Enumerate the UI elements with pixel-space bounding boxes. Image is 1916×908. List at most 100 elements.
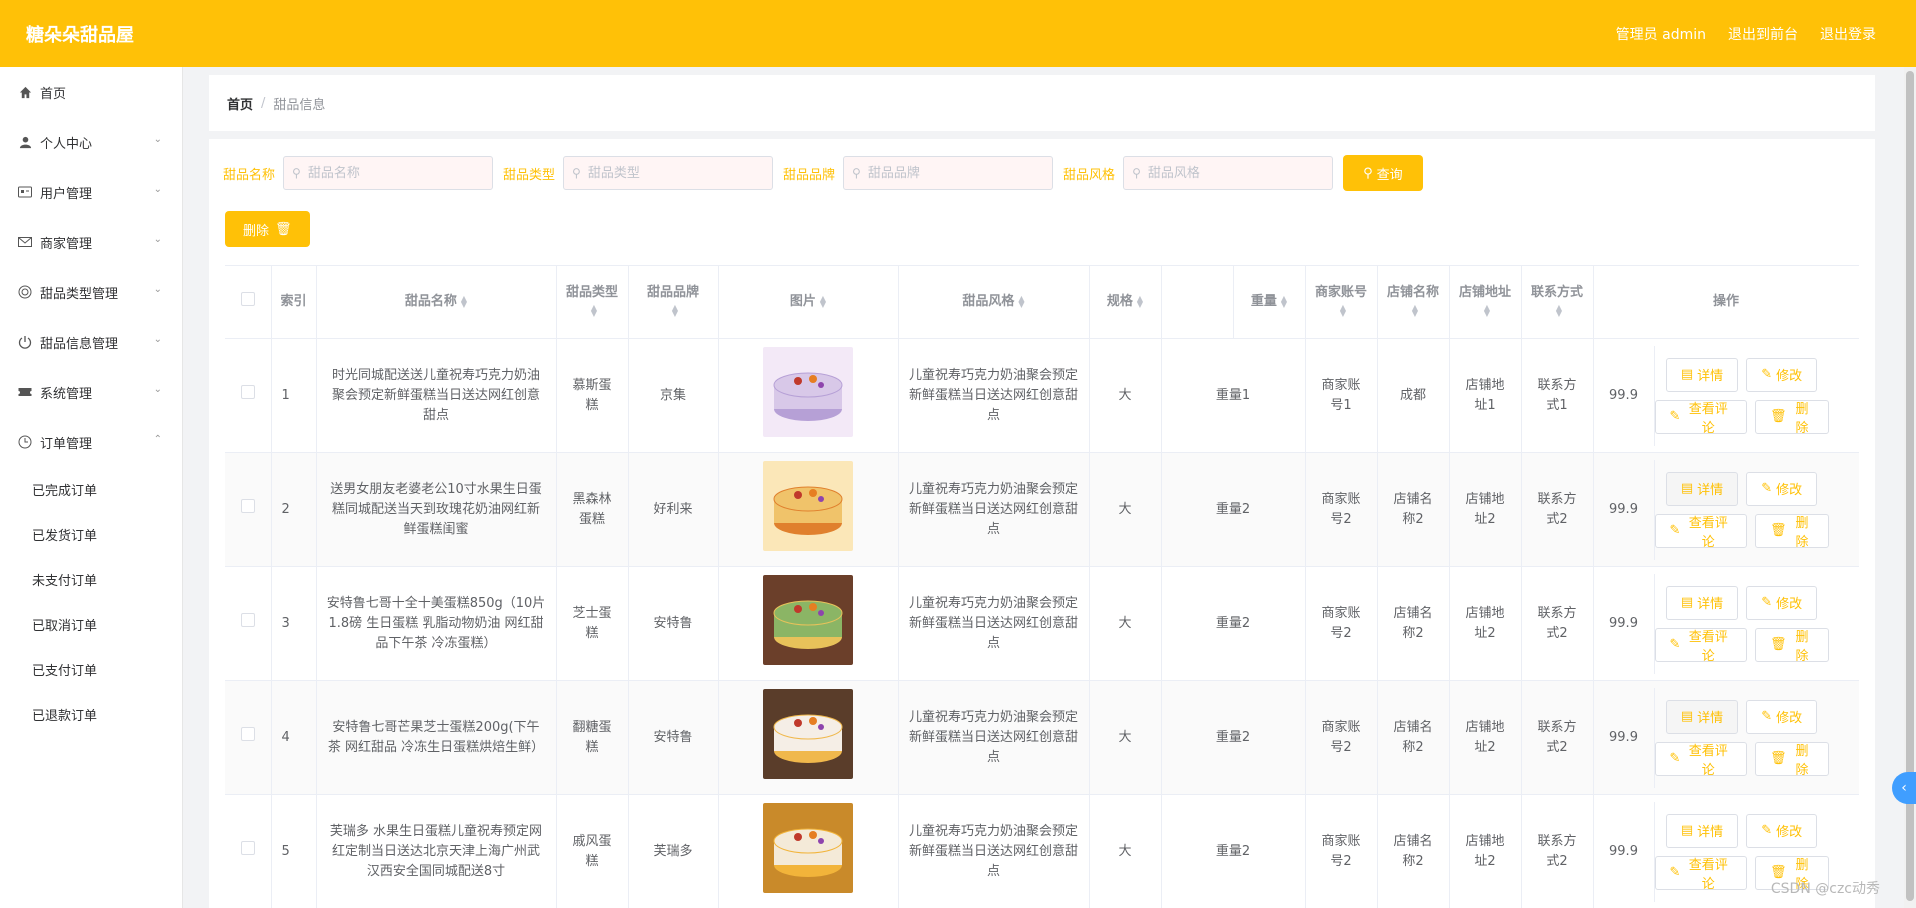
header-name[interactable]: 甜品名称 ▲ ▼ xyxy=(316,265,557,339)
detail-button[interactable]: ▤ 详情 xyxy=(1665,813,1739,848)
search-button[interactable]: ⚲ 查询 xyxy=(1343,155,1423,191)
sort-icon[interactable]: ▲ ▼ xyxy=(1484,303,1490,317)
delete-button[interactable]: 🗑 删除 xyxy=(1755,741,1829,778)
delete-button[interactable]: 🗑 删除 xyxy=(1755,399,1829,436)
header-address[interactable]: 店铺地址 ▲ ▼ xyxy=(1449,265,1522,339)
row-checkbox[interactable] xyxy=(240,727,255,741)
pencil-icon: ✎ xyxy=(1669,751,1681,766)
sidebar-item-merchants[interactable]: 商家管理 ⌄ xyxy=(0,217,182,267)
cell-address: 店铺地址2 xyxy=(1449,452,1522,567)
filter-type-field[interactable]: ⚲ xyxy=(563,156,774,190)
row-select-cell[interactable] xyxy=(225,338,272,453)
filter-brand-field[interactable]: ⚲ xyxy=(843,156,1054,190)
header-weight[interactable]: 重量 ▲ ▼ xyxy=(1233,265,1306,339)
cell-shop: 店铺名称2 xyxy=(1377,680,1450,795)
admin-label: 管理员 admin xyxy=(1615,26,1706,43)
edit-button[interactable]: ✎ 修改 xyxy=(1746,813,1818,848)
edit-button[interactable]: ✎ 修改 xyxy=(1746,357,1818,392)
header-contact[interactable]: 联系方式 ▲ ▼ xyxy=(1521,265,1594,339)
detail-button[interactable]: ▤ 详情 xyxy=(1665,585,1739,620)
chevron-up-icon: ⌃ xyxy=(153,434,162,445)
edit-button[interactable]: ✎ 修改 xyxy=(1746,471,1818,506)
sort-icon[interactable]: ▲ ▼ xyxy=(591,303,597,317)
filter-type-input[interactable] xyxy=(585,164,760,182)
batch-delete-button[interactable]: 删除 🗑 xyxy=(225,211,310,247)
filter-label-type: 甜品类型 xyxy=(503,167,556,183)
sort-icon[interactable]: ▲ ▼ xyxy=(1412,303,1418,317)
sidebar-item-label: 商家管理 xyxy=(40,236,93,252)
row-select-cell[interactable] xyxy=(225,452,272,567)
sidebar-subitem-refunded[interactable]: 已退款订单 xyxy=(0,692,182,737)
sidebar-subitem-cancelled[interactable]: 已取消订单 xyxy=(0,602,182,647)
row-checkbox[interactable] xyxy=(240,499,255,513)
cell-image xyxy=(718,338,899,453)
sort-icon[interactable]: ▲ ▼ xyxy=(1018,294,1024,308)
sidebar-item-profile[interactable]: 个人中心 ⌄ xyxy=(0,117,182,167)
user-icon xyxy=(18,135,32,149)
edit-button[interactable]: ✎ 修改 xyxy=(1746,585,1818,620)
delete-button[interactable]: 🗑 删除 xyxy=(1755,627,1829,664)
view-reviews-button[interactable]: ✎ 查看评论 xyxy=(1654,855,1748,892)
filter-style-input[interactable] xyxy=(1145,164,1320,182)
header-style[interactable]: 甜品风格 ▲ ▼ xyxy=(898,265,1090,339)
pencil-icon: ✎ xyxy=(1761,823,1773,838)
select-all-checkbox[interactable] xyxy=(240,292,255,306)
sidebar-item-orders[interactable]: 订单管理 ⌃ xyxy=(0,417,182,467)
sidebar-item-dessert-info[interactable]: 甜品信息管理 ⌄ xyxy=(0,317,182,367)
header-image[interactable]: 图片 ▲ ▼ xyxy=(718,265,899,339)
edit-button[interactable]: ✎ 修改 xyxy=(1746,699,1818,734)
detail-button[interactable]: ▤ 详情 xyxy=(1665,357,1739,392)
sort-icon[interactable]: ▲ ▼ xyxy=(1340,303,1346,317)
cell-address: 店铺地址2 xyxy=(1449,566,1522,681)
row-checkbox[interactable] xyxy=(240,841,255,855)
view-reviews-button[interactable]: ✎ 查看评论 xyxy=(1654,741,1748,778)
view-reviews-button[interactable]: ✎ 查看评论 xyxy=(1654,627,1748,664)
filter-brand-input[interactable] xyxy=(865,164,1040,182)
delete-button[interactable]: 🗑 删除 xyxy=(1755,513,1829,550)
header-spec[interactable]: 规格 ▲ ▼ xyxy=(1089,265,1162,339)
sidebar-subitem-unpaid[interactable]: 未支付订单 xyxy=(0,557,182,602)
detail-button[interactable]: ▤ 详情 xyxy=(1665,699,1739,734)
sidebar-item-home[interactable]: 首页 xyxy=(0,67,182,117)
sidebar-item-dessert-types[interactable]: 甜品类型管理 ⌄ xyxy=(0,267,182,317)
sort-icon[interactable]: ▲ ▼ xyxy=(1281,294,1287,308)
row-select-cell[interactable] xyxy=(225,566,272,681)
sort-icon[interactable]: ▲ ▼ xyxy=(1556,303,1562,317)
filter-name-field[interactable]: ⚲ xyxy=(283,156,494,190)
sort-icon[interactable]: ▲ ▼ xyxy=(672,303,678,317)
view-reviews-button[interactable]: ✎ 查看评论 xyxy=(1654,399,1748,436)
row-checkbox[interactable] xyxy=(240,385,255,399)
header-select-all[interactable] xyxy=(225,265,272,339)
row-select-cell[interactable] xyxy=(225,680,272,795)
cell-style: 儿童祝寿巧克力奶油聚会预定新鲜蛋糕当日送达网红创意甜点 xyxy=(898,680,1090,795)
front-link[interactable]: 退出到前台 xyxy=(1728,24,1798,44)
cell-weight: 重量2 xyxy=(1161,566,1306,681)
sidebar-subitem-shipped[interactable]: 已发货订单 xyxy=(0,512,182,557)
view-reviews-button[interactable]: ✎ 查看评论 xyxy=(1654,513,1748,550)
trash-icon: 🗑 xyxy=(1770,523,1787,538)
filter-row: 甜品名称 ⚲ 甜品类型 ⚲ 甜品品牌 ⚲ 甜品风格 ⚲ ⚲ 查询 xyxy=(223,155,1423,191)
sort-icon[interactable]: ▲ ▼ xyxy=(461,294,467,308)
sidebar-item-users[interactable]: 用户管理 ⌄ xyxy=(0,167,182,217)
filter-style-field[interactable]: ⚲ xyxy=(1123,156,1334,190)
logout-link[interactable]: 退出登录 xyxy=(1820,24,1876,44)
detail-button[interactable]: ▤ 详情 xyxy=(1665,471,1739,506)
header-type[interactable]: 甜品类型 ▲ ▼ xyxy=(556,265,629,339)
row-checkbox[interactable] xyxy=(240,613,255,627)
breadcrumb-home[interactable]: 首页 xyxy=(227,94,253,113)
sort-icon[interactable]: ▲ ▼ xyxy=(820,294,826,308)
header-brand[interactable]: 甜品品牌 ▲ ▼ xyxy=(628,265,719,339)
cell-merchant: 商家账号1 xyxy=(1305,338,1378,453)
filter-name-input[interactable] xyxy=(305,164,480,182)
header-merchant[interactable]: 商家账号 ▲ ▼ xyxy=(1305,265,1378,339)
cell-spec: 大 xyxy=(1089,566,1162,681)
header-shop[interactable]: 店铺名称 ▲ ▼ xyxy=(1377,265,1450,339)
sidebar-item-system[interactable]: 系统管理 ⌄ xyxy=(0,367,182,417)
chevron-down-icon: ⌄ xyxy=(153,134,162,145)
sidebar-subitem-paid[interactable]: 已支付订单 xyxy=(0,647,182,692)
cell-image xyxy=(718,794,899,908)
sort-icon[interactable]: ▲ ▼ xyxy=(1137,294,1143,308)
sidebar-subitem-completed[interactable]: 已完成订单 xyxy=(0,467,182,512)
chevron-left-icon[interactable]: ‹ xyxy=(1892,772,1916,804)
row-select-cell[interactable] xyxy=(225,794,272,908)
